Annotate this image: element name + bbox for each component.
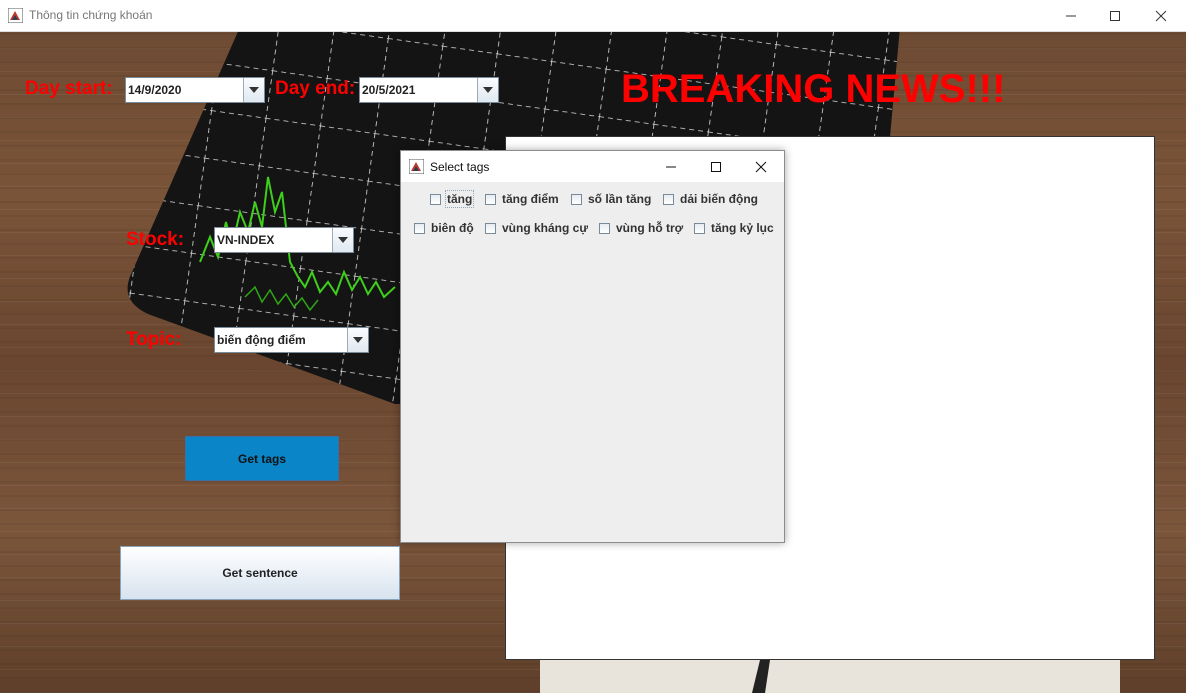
tag-label: số lần tăng: [588, 192, 652, 206]
day-start-label: Day start:: [25, 78, 113, 99]
tag-checkbox[interactable]: tăng điểm: [485, 192, 559, 206]
tag-checkbox[interactable]: tăng kỷ lục: [694, 221, 774, 235]
stock-combo[interactable]: VN-INDEX: [214, 227, 354, 253]
window-title: Thông tin chứng khoán: [29, 8, 153, 22]
get-tags-button[interactable]: Get tags: [185, 436, 339, 481]
maximize-button[interactable]: [1092, 0, 1138, 31]
checkbox-box[interactable]: [571, 193, 582, 205]
chevron-down-icon: [353, 337, 363, 343]
tag-checkbox[interactable]: tăng: [430, 190, 475, 208]
stock-value: VN-INDEX: [217, 233, 275, 247]
checkbox-box[interactable]: [485, 222, 496, 234]
topic-label: Topic:: [126, 329, 182, 350]
day-end-combo[interactable]: 20/5/2021: [359, 77, 499, 103]
topic-dropdown-button[interactable]: [347, 328, 368, 352]
get-sentence-button[interactable]: Get sentence: [120, 546, 400, 600]
tag-checkbox[interactable]: số lần tăng: [571, 192, 651, 206]
java-app-icon: [8, 8, 23, 23]
dialog-close-button[interactable]: [738, 151, 784, 182]
close-button[interactable]: [1138, 0, 1184, 31]
checkbox-box[interactable]: [694, 222, 705, 234]
tag-checkbox[interactable]: biên độ: [414, 221, 474, 235]
maximize-icon: [711, 161, 721, 172]
dialog-title-bar: Select tags: [401, 151, 784, 182]
day-start-value: 14/9/2020: [128, 83, 182, 97]
tag-label: tăng điểm: [502, 192, 559, 206]
tag-label: vùng kháng cự: [502, 221, 589, 235]
minimize-button[interactable]: [1048, 0, 1094, 31]
day-end-dropdown-button[interactable]: [477, 78, 498, 102]
select-tags-dialog: Select tags tăng tăng điểm số lần tăng d…: [400, 150, 785, 543]
checkbox-box[interactable]: [430, 193, 441, 205]
tag-label: tăng: [444, 190, 475, 208]
stock-dropdown-button[interactable]: [332, 228, 353, 252]
dialog-minimize-button[interactable]: [648, 151, 694, 182]
tag-label: dải biến động: [680, 192, 758, 206]
checkbox-box[interactable]: [414, 222, 425, 234]
day-start-dropdown-button[interactable]: [243, 78, 264, 102]
main-window: Thông tin chứng khoán Day start: 14/9/20…: [0, 0, 1186, 693]
dialog-title: Select tags: [430, 160, 490, 174]
chevron-down-icon: [249, 87, 259, 93]
tag-checkbox[interactable]: vùng hỗ trợ: [599, 221, 683, 235]
tag-checkbox[interactable]: vùng kháng cự: [485, 221, 588, 235]
stock-label: Stock:: [126, 229, 185, 250]
tag-label: tăng kỷ lục: [711, 221, 774, 235]
close-icon: [755, 161, 767, 172]
checkbox-box[interactable]: [599, 222, 610, 234]
tag-checkbox[interactable]: dải biến động: [663, 192, 758, 206]
topic-value: biến động điểm: [217, 333, 306, 347]
topic-combo[interactable]: biến động điểm: [214, 327, 369, 353]
checkbox-box[interactable]: [663, 193, 674, 205]
breaking-news-headline: BREAKING NEWS!!!: [621, 67, 1006, 111]
day-end-value: 20/5/2021: [362, 83, 416, 97]
day-end-label: Day end:: [275, 78, 356, 99]
chevron-down-icon: [483, 87, 493, 93]
minimize-icon: [666, 166, 676, 167]
dialog-maximize-button[interactable]: [693, 151, 739, 182]
minimize-icon: [1066, 15, 1076, 16]
close-icon: [1155, 10, 1167, 21]
tag-label: biên độ: [431, 221, 474, 235]
tag-label: vùng hỗ trợ: [616, 221, 684, 235]
title-bar: Thông tin chứng khoán: [0, 0, 1186, 32]
checkbox-box[interactable]: [485, 193, 496, 205]
maximize-icon: [1110, 10, 1120, 21]
chevron-down-icon: [338, 237, 348, 243]
day-start-combo[interactable]: 14/9/2020: [125, 77, 265, 103]
java-app-icon: [409, 159, 424, 174]
